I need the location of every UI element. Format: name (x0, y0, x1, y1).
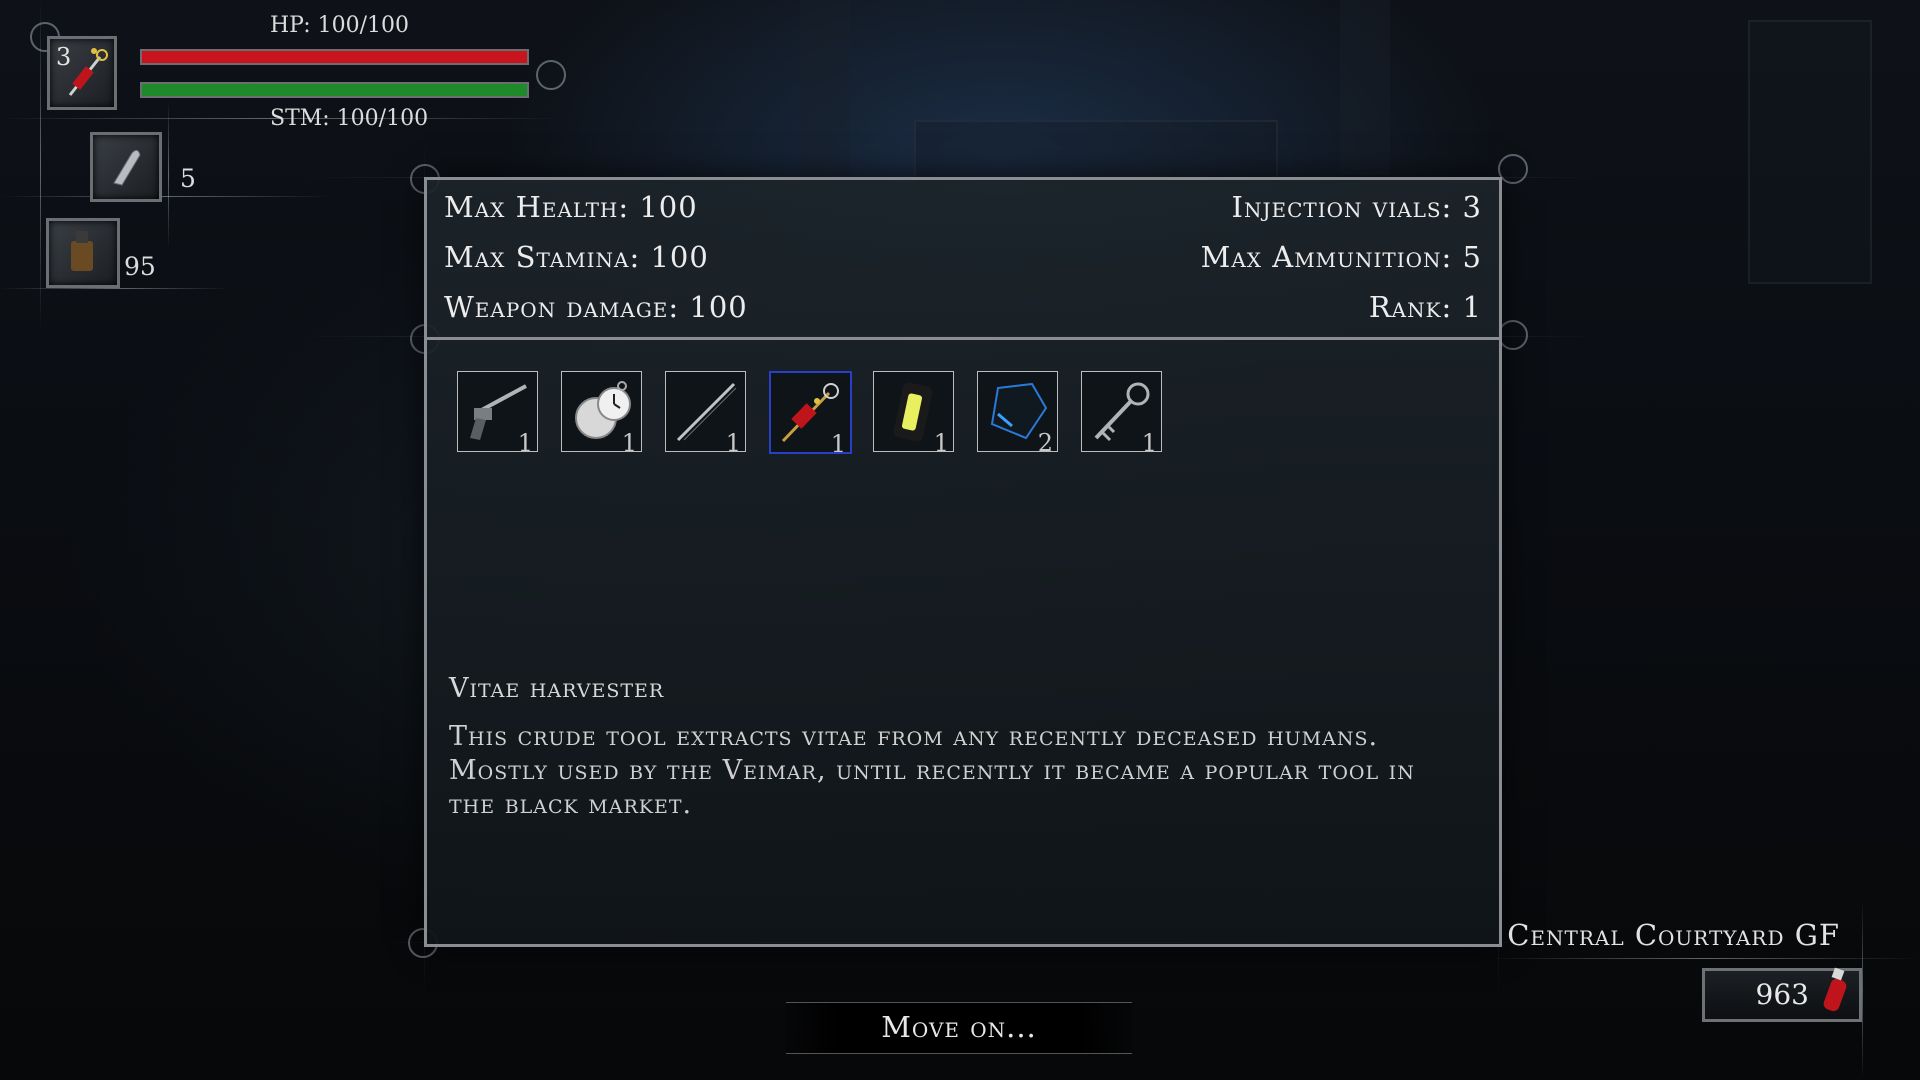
bottle-icon (71, 231, 93, 271)
ammo-slot (90, 132, 162, 202)
hp-bar (140, 49, 529, 65)
hp-label: HP: 100/100 (270, 13, 410, 38)
hud-ornament (536, 60, 566, 90)
max-ammunition-stat: Max Ammunition: 5 (1200, 240, 1482, 274)
weapon-damage-stat: Weapon damage: 100 (444, 290, 748, 324)
location-ornament-line (1862, 900, 1863, 1080)
stats-band: Max Health: 100 Max Stamina: 100 Weapon … (427, 180, 1499, 340)
item-quantity: 1 (725, 429, 741, 457)
panel-ornament (1498, 154, 1528, 184)
item-description: This crude tool extracts vitae from any … (449, 721, 1415, 820)
hp-bar-fill (142, 51, 527, 63)
inventory-slot-lantern[interactable]: 1 (873, 371, 954, 457)
max-stamina-stat: Max Stamina: 100 (444, 240, 709, 274)
max-health-stat: Max Health: 100 (444, 190, 698, 224)
item-quantity: 1 (830, 430, 846, 458)
consumable-count: 95 (124, 252, 156, 281)
hud-ornament-line (0, 196, 330, 197)
item-title: Vitae harvester (449, 673, 665, 704)
stamina-label: STM: 100/100 (270, 106, 429, 131)
syringe-icon (68, 48, 108, 96)
blood-vial-icon (1823, 967, 1847, 1012)
bullet-icon (113, 149, 141, 186)
injection-vial-slot: 3 (47, 36, 117, 110)
inventory-slot-blue-gem[interactable]: 2 (977, 371, 1058, 457)
item-quantity: 2 (1037, 429, 1053, 457)
item-quantity: 1 (517, 429, 533, 457)
panel-ornament (1498, 320, 1528, 350)
inventory-slot-revolver[interactable]: 1 (457, 371, 538, 457)
hud-ornament-line (0, 288, 230, 289)
ammo-count: 5 (180, 164, 196, 193)
inventory-slot-ornate-key[interactable]: 1 (1081, 371, 1162, 457)
move-on-button[interactable]: Move on... (786, 1002, 1132, 1054)
background-pillar (800, 0, 850, 175)
injection-vials-stat: Injection vials: 3 (1231, 190, 1482, 224)
consumable-slot (46, 218, 120, 288)
background-pillar (1340, 0, 1390, 175)
item-quantity: 1 (621, 429, 637, 457)
stamina-bar (140, 82, 529, 98)
location-ornament-line (1490, 958, 1920, 959)
currency-value: 963 (1755, 978, 1809, 1011)
hud-ornament-line (168, 100, 169, 250)
inventory-slot-pocket-watch[interactable]: 1 (561, 371, 642, 457)
background-window (914, 120, 1278, 184)
location-name: Central Courtyard GF (1507, 918, 1840, 952)
background-window (1748, 20, 1872, 284)
inventory-slot-vitae-harvester[interactable]: 1 (769, 371, 852, 458)
item-quantity: 1 (933, 429, 949, 457)
inventory-slot-cane[interactable]: 1 (665, 371, 746, 457)
inventory-panel: Max Health: 100 Max Stamina: 100 Weapon … (424, 177, 1502, 947)
stamina-bar-fill (142, 84, 527, 96)
currency-display: 963 (1702, 967, 1862, 1022)
item-quantity: 1 (1141, 429, 1157, 457)
rank-stat: Rank: 1 (1368, 290, 1482, 324)
